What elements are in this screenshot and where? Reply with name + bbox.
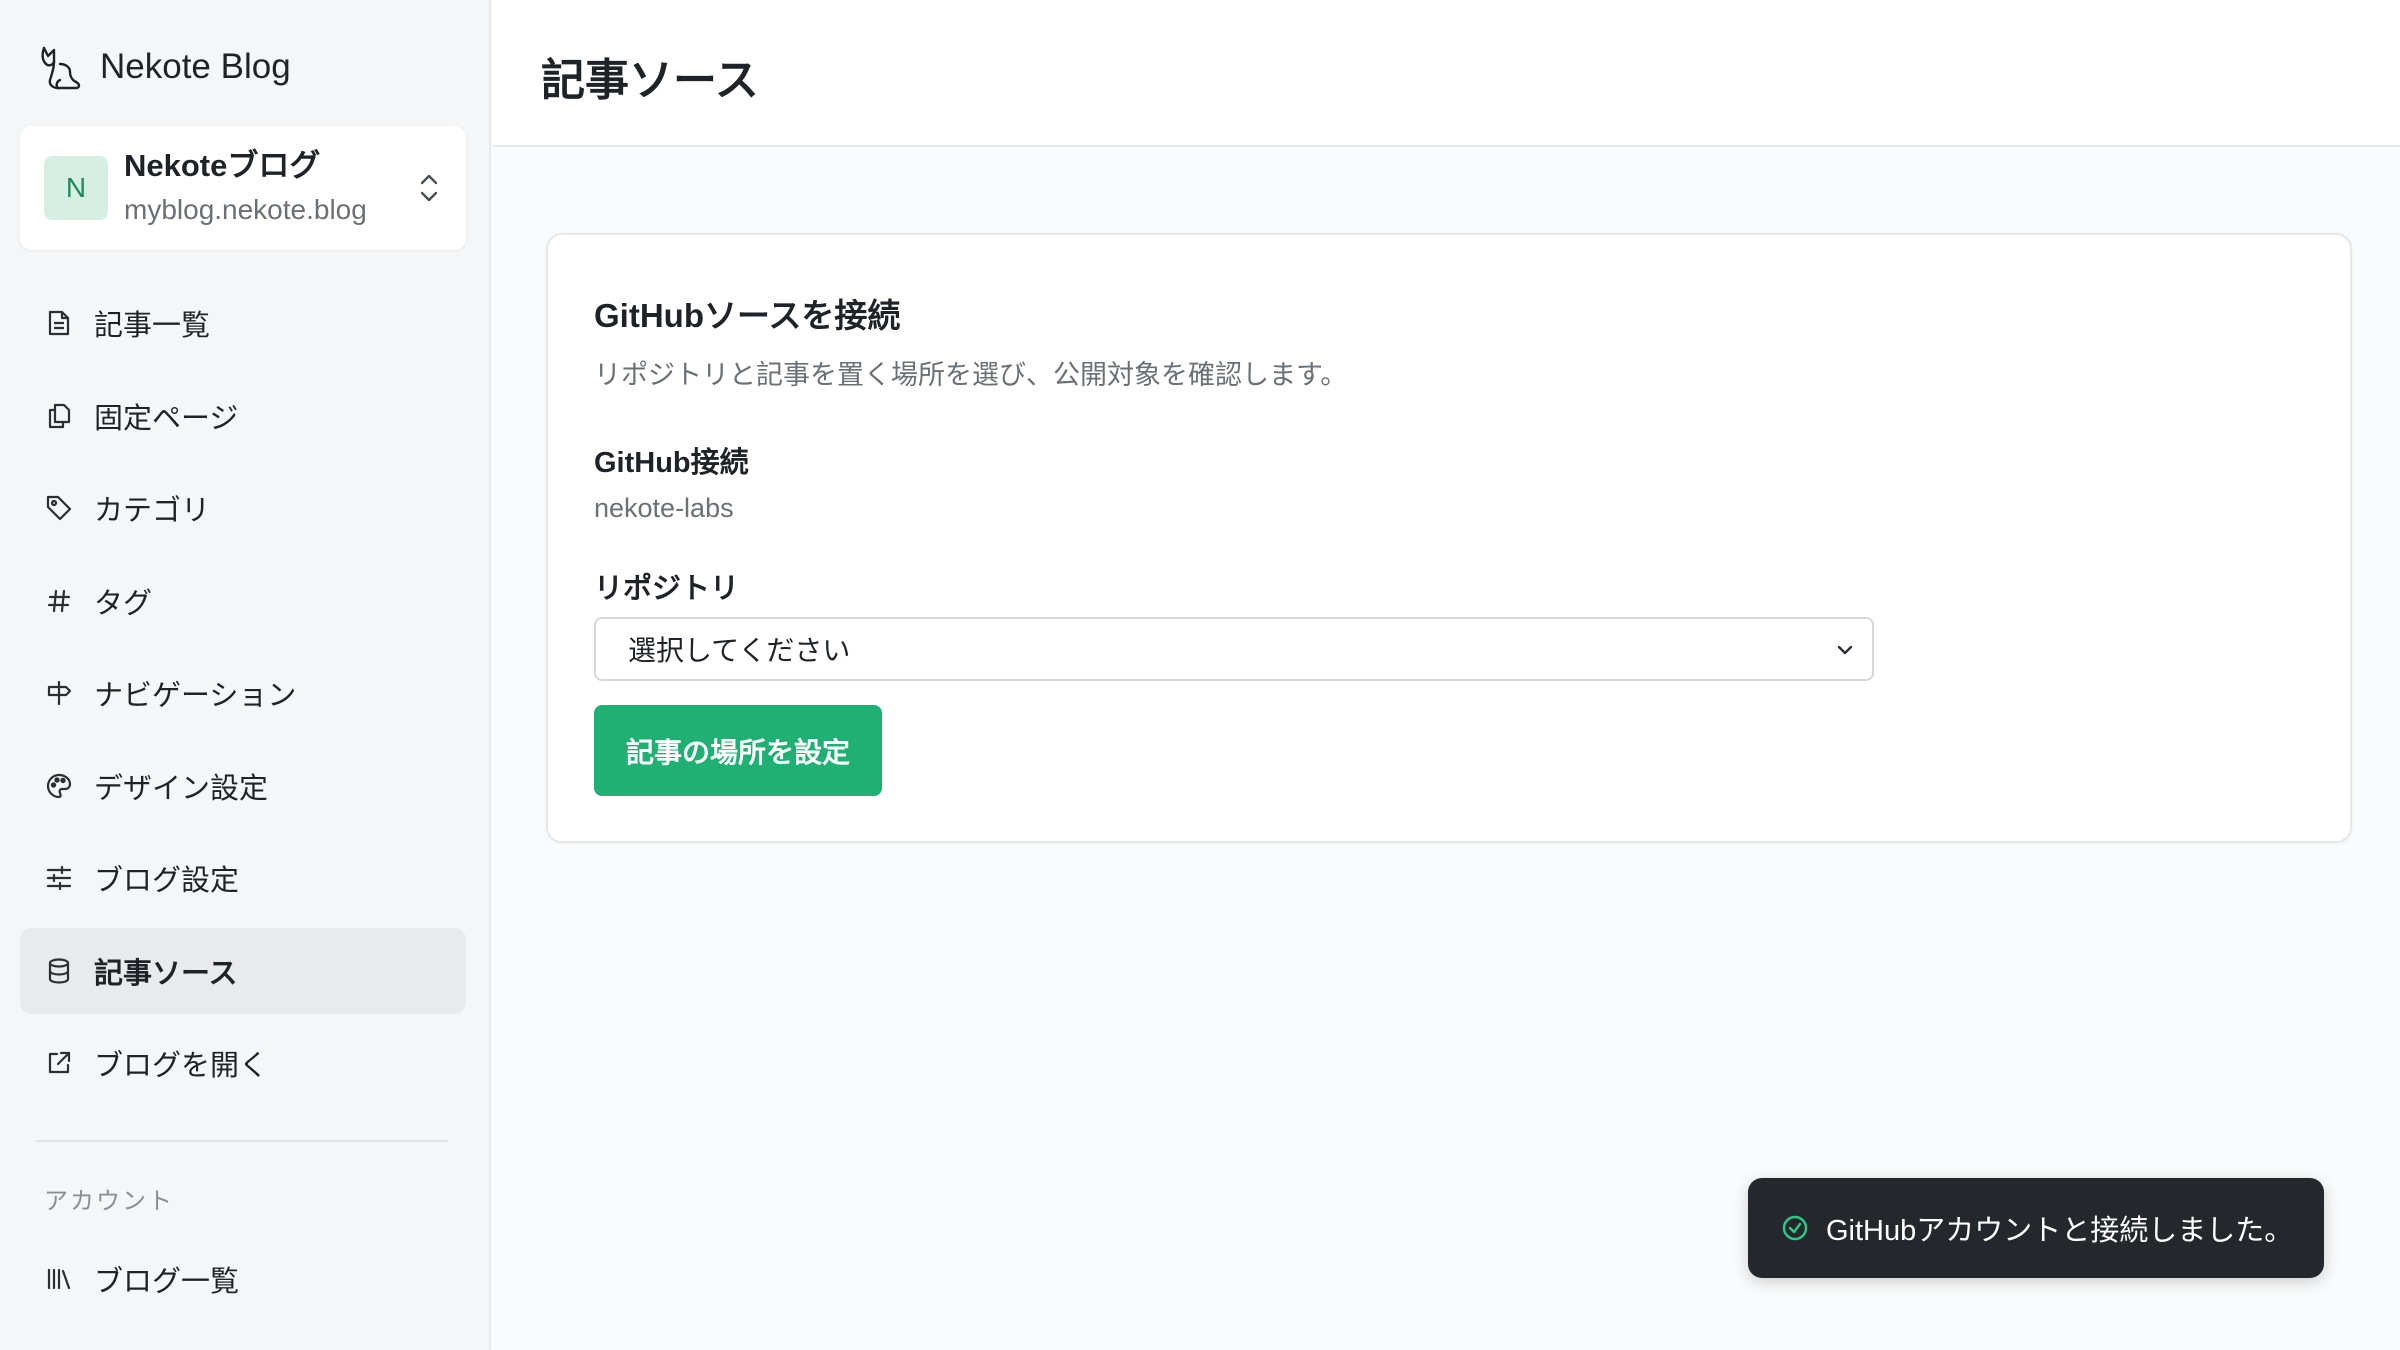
card-description: リポジトリと記事を置く場所を選び、公開対象を確認します。 — [594, 360, 1348, 390]
sidebar-item-label: ブログ設定 — [94, 865, 240, 897]
library-icon — [44, 1264, 74, 1294]
sidebar-item-label: 記事一覧 — [94, 310, 211, 342]
sidebar-item-label: ナビゲーション — [94, 680, 297, 712]
brand[interactable]: Nekote Blog — [36, 40, 291, 94]
palette-icon — [44, 771, 74, 801]
cat-logo-icon — [41, 46, 81, 90]
sidebar-item-label: ブログ一覧 — [94, 1266, 240, 1298]
toast-message: GitHubアカウントと接続しました。 — [1826, 1215, 2294, 1247]
pages-icon — [44, 401, 74, 431]
signpost-icon — [44, 678, 74, 708]
sidebar-item-tags[interactable]: タグ — [20, 558, 466, 644]
avatar: N — [44, 156, 108, 220]
page-title: 記事ソース — [541, 56, 759, 105]
card-title: GitHubソースを接続 — [594, 297, 901, 334]
sidebar-item-blog-list[interactable]: ブログ一覧 — [20, 1236, 466, 1322]
repository-label: リポジトリ — [594, 573, 740, 605]
sidebar-item-pages[interactable]: 固定ページ — [20, 373, 466, 459]
database-icon — [44, 956, 74, 986]
top-bar: 記事ソース — [493, 0, 2400, 147]
tag-icon — [44, 493, 74, 523]
repository-select[interactable]: 選択してください — [594, 617, 1874, 681]
github-source-card: GitHubソースを接続 リポジトリと記事を置く場所を選び、公開対象を確認します… — [546, 233, 2352, 843]
sidebar-item-navigation[interactable]: ナビゲーション — [20, 650, 466, 736]
sidebar-item-label: カテゴリ — [94, 495, 211, 527]
sidebar-item-label: ブログを開く — [94, 1050, 269, 1082]
blog-switcher[interactable]: N Nekoteブログ myblog.nekote.blog — [20, 126, 466, 250]
hash-icon — [44, 586, 74, 616]
sidebar-item-posts[interactable]: 記事一覧 — [20, 280, 466, 366]
sidebar-item-article-sources[interactable]: 記事ソース — [20, 927, 466, 1014]
check-circle-icon — [1782, 1215, 1808, 1241]
sidebar-item-blog-settings[interactable]: ブログ設定 — [20, 835, 466, 921]
sidebar: Nekote Blog N Nekoteブログ myblog.nekote.bl… — [0, 0, 491, 1350]
chevron-up-down-icon — [420, 174, 438, 202]
sidebar-item-categories[interactable]: カテゴリ — [20, 465, 466, 551]
sidebar-item-label: デザイン設定 — [94, 772, 269, 805]
blog-domain: myblog.nekote.blog — [124, 194, 367, 225]
sidebar-item-design[interactable]: デザイン設定 — [20, 743, 466, 829]
blog-title: Nekoteブログ — [124, 148, 321, 183]
sidebar-divider — [36, 1140, 448, 1142]
sidebar-item-label: 固定ページ — [94, 402, 239, 435]
brand-name: Nekote Blog — [100, 47, 291, 86]
sidebar-item-label: 記事ソース — [94, 957, 238, 990]
account-nav: ブログ一覧 — [20, 1236, 466, 1329]
sidebar-item-open-blog[interactable]: ブログを開く — [20, 1020, 466, 1106]
set-article-location-button[interactable]: 記事の場所を設定 — [594, 705, 882, 796]
document-icon — [44, 308, 74, 338]
sidebar-nav: 記事一覧 固定ページ カテゴリ タグ ナビゲーション デザイン設定 ブログ設定 … — [20, 280, 466, 1113]
chevron-down-icon — [1837, 645, 1853, 655]
toast-notification: GitHubアカウントと接続しました。 — [1748, 1178, 2324, 1278]
sidebar-item-label: タグ — [94, 587, 153, 620]
repository-select-value: 選択してください — [628, 635, 851, 666]
sliders-icon — [44, 863, 74, 893]
external-link-icon — [44, 1048, 74, 1078]
github-connection-label: GitHub接続 — [594, 447, 749, 479]
github-connection-value: nekote-labs — [594, 493, 734, 523]
account-section-label: アカウント — [44, 1188, 174, 1215]
